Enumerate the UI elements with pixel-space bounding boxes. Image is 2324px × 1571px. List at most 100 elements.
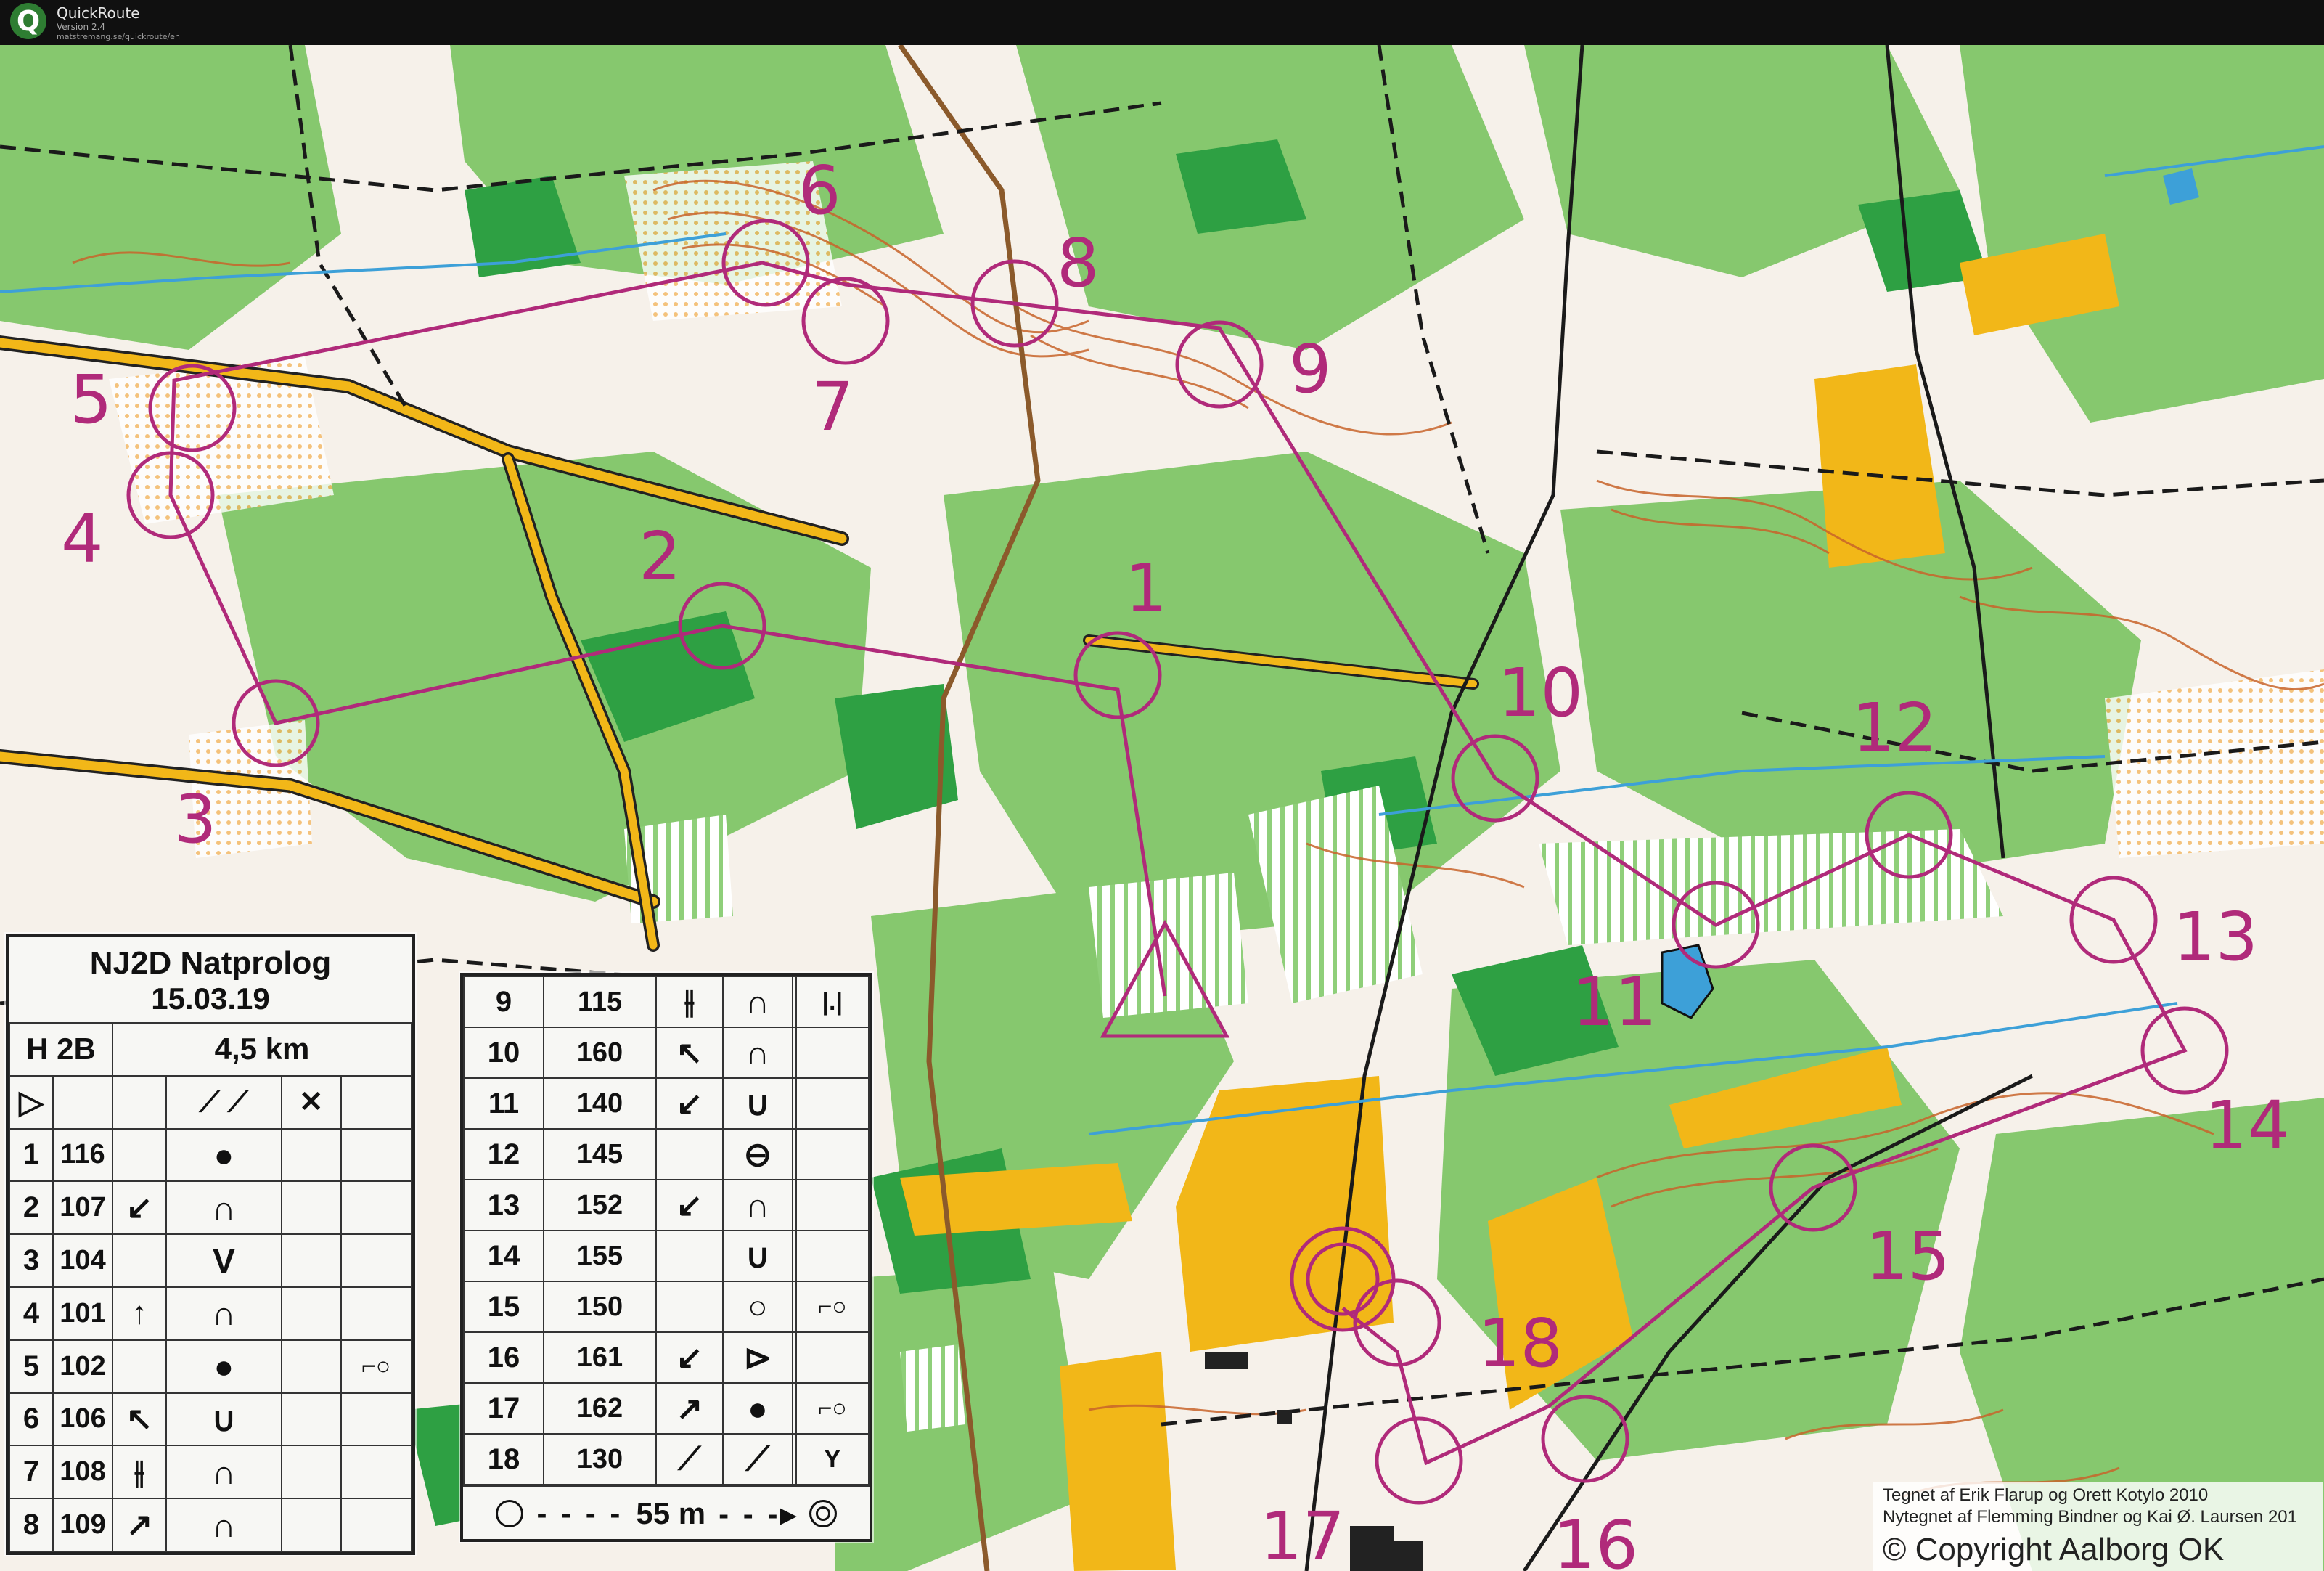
- control-extra: [340, 1233, 412, 1288]
- control-direction: ⫲: [655, 976, 724, 1028]
- control-code: 145: [543, 1128, 657, 1180]
- credits-line-2: Nytegnet af Flemming Bindner og Kai Ø. L…: [1883, 1507, 2297, 1527]
- control-empty: [280, 1392, 342, 1447]
- control-number: 15: [1865, 1217, 1950, 1295]
- control-code: 140: [543, 1077, 657, 1130]
- description-row: 7 108 ⫲ ∩: [9, 1445, 412, 1500]
- control-seq: 5: [9, 1339, 54, 1394]
- description-table-right: 9 115 ⫲ ∩ |.| 10 160 ↖ ∩ 11 140 ↙ ∪ 12 145 ⊖ 13 152 ↙ ∩ 14 15…: [462, 976, 870, 1485]
- control-direction: ↙: [655, 1179, 724, 1231]
- control-direction: ↑: [112, 1286, 167, 1341]
- control-direction: ↖: [655, 1027, 724, 1079]
- description-row: 16 161 ↙ ⊳: [462, 1331, 870, 1384]
- control-empty: [280, 1498, 342, 1552]
- finish-leg: - - - - 55 m - - -▸: [463, 1485, 870, 1541]
- control-seq: 7: [9, 1445, 54, 1500]
- control-feature: ●: [721, 1382, 793, 1435]
- control-number: 4: [61, 500, 104, 578]
- control-code: 162: [543, 1382, 657, 1435]
- control-seq: 6: [9, 1392, 54, 1447]
- control-number: 3: [174, 780, 217, 858]
- control-seq: 13: [462, 1179, 545, 1231]
- control-extra: [795, 1027, 870, 1079]
- map-viewport[interactable]: 1 2 3 4 5 6 7 8 9 10 11 12 13 14 15 16 1…: [0, 45, 2324, 1571]
- control-feature: ∩: [721, 1179, 793, 1231]
- description-row: 6 106 ↖ ∪: [9, 1392, 412, 1447]
- control-seq: 9: [462, 976, 545, 1028]
- control-direction: ↗: [655, 1382, 724, 1435]
- control-seq: 15: [462, 1281, 545, 1333]
- control-feature: ●: [165, 1127, 282, 1183]
- description-row: 10 160 ↖ ∩: [462, 1027, 870, 1079]
- control-code: 160: [543, 1027, 657, 1079]
- course-class: H 2B: [9, 1022, 113, 1077]
- control-feature: ⟋: [721, 1433, 793, 1485]
- description-table-left: H 2B 4,5 km ▷ ⟋ ⟋ ✕ 1 116 ● 2 107 ↙ ∩ 3 104 V 4 101…: [9, 1022, 412, 1552]
- control-feature: ∪: [721, 1230, 793, 1282]
- control-feature: ∩: [165, 1180, 282, 1236]
- control-extra: [340, 1286, 412, 1341]
- control-seq: 14: [462, 1230, 545, 1282]
- control-seq: 18: [462, 1433, 545, 1485]
- control-direction: ↙: [655, 1331, 724, 1384]
- event-title: NJ2D Natprolog: [89, 945, 332, 981]
- control-number: 7: [811, 368, 854, 446]
- control-extra: [340, 1498, 412, 1552]
- control-feature: ∩: [721, 976, 793, 1028]
- control-extra: [795, 1179, 870, 1231]
- description-row: 9 115 ⫲ ∩ |.|: [462, 976, 870, 1028]
- control-code: 102: [52, 1339, 113, 1394]
- description-row: 5 102 ● ⌐○: [9, 1339, 412, 1394]
- control-number: 11: [1572, 963, 1657, 1041]
- control-feature: ∩: [165, 1286, 282, 1341]
- control-feature: ∩: [721, 1027, 793, 1079]
- control-feature: ⊳: [721, 1331, 793, 1384]
- app-url[interactable]: matstremang.se/quickroute/en: [57, 32, 180, 41]
- control-extra: [340, 1127, 412, 1183]
- description-row: 3 104 V: [9, 1233, 412, 1288]
- map-credits: Tegnet af Erik Flarup og Orett Kotylo 20…: [1873, 1482, 2323, 1571]
- quickroute-logo-icon: Q: [10, 3, 46, 39]
- description-row: 18 130 ⟋ ⟋ Y: [462, 1433, 870, 1485]
- control-extra: |.|: [795, 976, 870, 1028]
- control-direction: ↙: [112, 1180, 167, 1236]
- control-direction: [655, 1281, 724, 1333]
- control-direction: [112, 1127, 167, 1183]
- control-description-sheet-left: NJ2D Natprolog 15.03.19 H 2B 4,5 km ▷ ⟋ …: [6, 934, 415, 1555]
- control-direction: ↙: [655, 1077, 724, 1130]
- description-row: 17 162 ↗ ● ⌐○: [462, 1382, 870, 1435]
- control-number: 14: [2205, 1087, 2290, 1164]
- app-version: Version 2.4: [57, 22, 106, 32]
- control-number: 12: [1852, 689, 1937, 767]
- control-code: 155: [543, 1230, 657, 1282]
- control-direction: ⫲: [112, 1445, 167, 1500]
- control-feature: ∩: [165, 1498, 282, 1552]
- description-row: 2 107 ↙ ∩: [9, 1180, 412, 1236]
- control-extra: Y: [795, 1433, 870, 1485]
- control-code: 150: [543, 1281, 657, 1333]
- control-extra: [795, 1128, 870, 1180]
- finish-start-circle-icon: [496, 1500, 524, 1527]
- control-direction: [112, 1339, 167, 1394]
- control-number: 1: [1125, 550, 1168, 627]
- control-feature: V: [165, 1233, 282, 1288]
- control-extra: ⌐○: [795, 1382, 870, 1435]
- control-feature: ∩: [165, 1445, 282, 1500]
- control-direction: ↖: [112, 1392, 167, 1447]
- control-code: 108: [52, 1445, 113, 1500]
- control-seq: 10: [462, 1027, 545, 1079]
- control-direction: [655, 1128, 724, 1180]
- control-extra: [340, 1392, 412, 1447]
- control-feature: ∪: [721, 1077, 793, 1130]
- control-number: 10: [1498, 654, 1583, 732]
- control-number: 2: [639, 518, 682, 595]
- description-row: 11 140 ↙ ∪: [462, 1077, 870, 1130]
- credits-copyright: © Copyright Aalborg OK: [1883, 1532, 2225, 1567]
- control-empty: [280, 1445, 342, 1500]
- control-code: 109: [52, 1498, 113, 1552]
- control-seq: 8: [9, 1498, 54, 1552]
- control-seq: 16: [462, 1331, 545, 1384]
- control-code: 107: [52, 1180, 113, 1236]
- credits-line-1: Tegnet af Erik Flarup og Orett Kotylo 20…: [1883, 1485, 2209, 1505]
- control-direction: ↗: [112, 1498, 167, 1552]
